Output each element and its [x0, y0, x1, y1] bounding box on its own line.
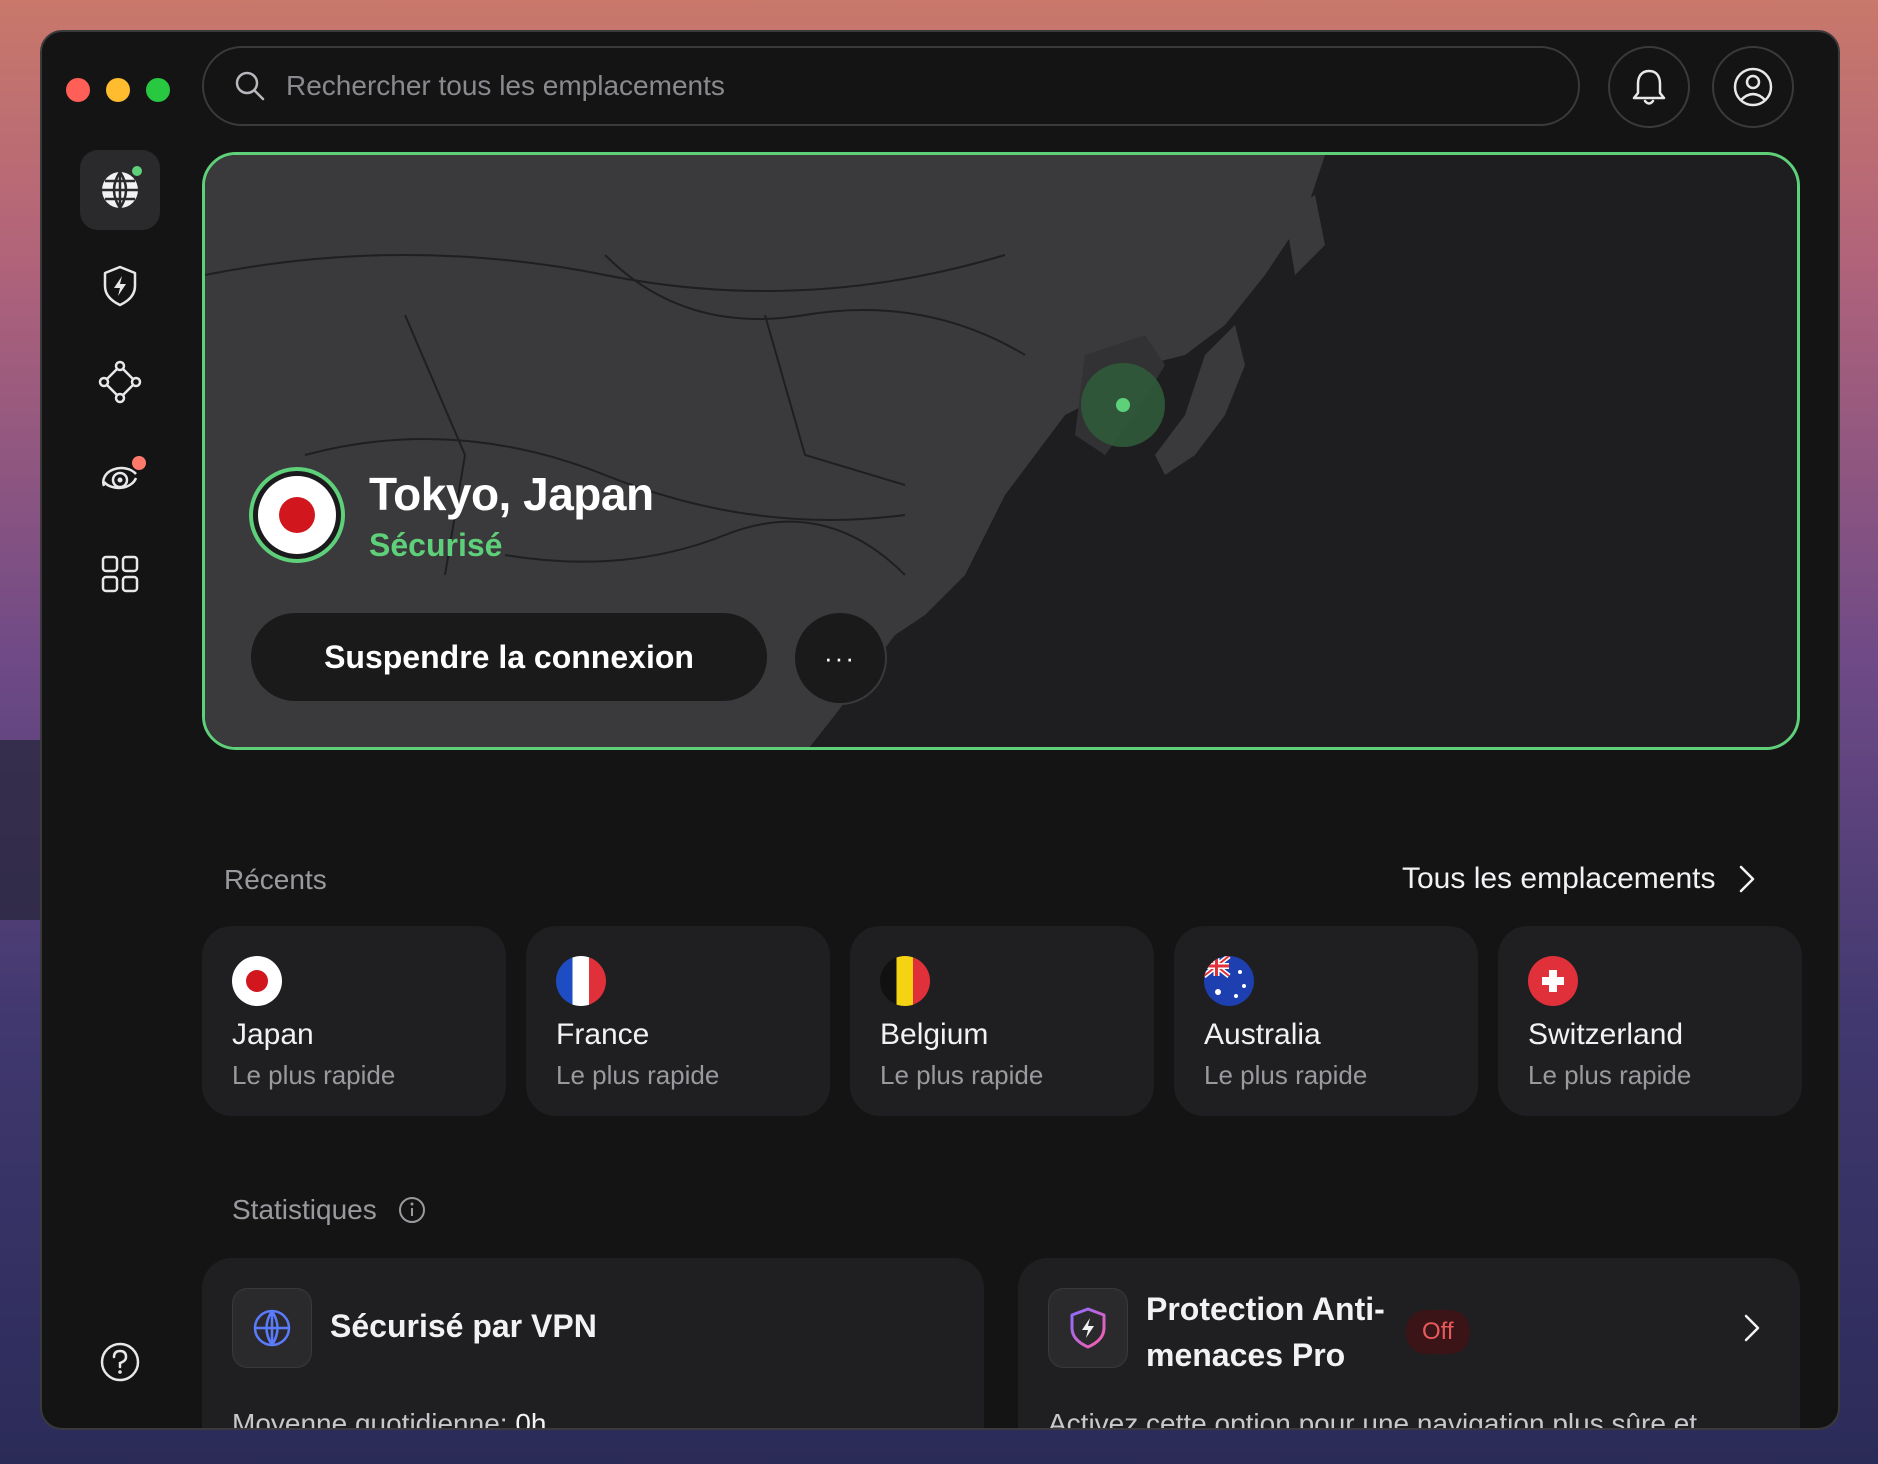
recent-country: Switzerland: [1528, 1018, 1684, 1051]
connection-hero-card: Tokyo, Japan Sécurisé Suspendre la conne…: [202, 152, 1800, 750]
australia-flag-icon: [1204, 956, 1254, 1006]
vpn-card-desc: Moyenne quotidienne: 0h: [232, 1408, 547, 1430]
mesh-network-icon: [98, 360, 142, 404]
vpn-globe-icon: [232, 1288, 312, 1368]
all-locations-label: Tous les emplacements: [1402, 862, 1716, 895]
minimize-window-button[interactable]: [106, 78, 130, 102]
chevron-right-icon: [1740, 865, 1755, 893]
recent-country: Australia: [1204, 1018, 1321, 1051]
recent-card-switzerland[interactable]: Switzerland Le plus rapide: [1498, 926, 1802, 1116]
recent-subtitle: Le plus rapide: [232, 1060, 396, 1090]
alert-dot: [132, 456, 146, 470]
recents-heading: Récents: [224, 864, 327, 895]
info-icon[interactable]: [397, 1195, 427, 1225]
sidebar-item-meshnet[interactable]: [80, 342, 160, 422]
recent-subtitle: Le plus rapide: [1528, 1060, 1692, 1090]
bell-icon: [1632, 69, 1666, 105]
help-icon: [100, 1342, 140, 1382]
sidebar-item-dark-web-monitor[interactable]: [80, 438, 160, 518]
switzerland-flag-icon: [1528, 956, 1578, 1006]
window-controls: [66, 78, 170, 102]
stats-heading: Statistiques: [232, 1194, 427, 1226]
all-locations-link[interactable]: Tous les emplacements: [1402, 862, 1755, 896]
recent-country: Belgium: [880, 1018, 989, 1051]
recent-card-australia[interactable]: Australia Le plus rapide: [1174, 926, 1478, 1116]
sidebar-item-threat-protection[interactable]: [80, 246, 160, 326]
vpn-card-title: Sécurisé par VPN: [330, 1308, 597, 1344]
recent-subtitle: Le plus rapide: [556, 1060, 720, 1090]
search-input[interactable]: [286, 70, 1486, 102]
account-button[interactable]: [1712, 46, 1794, 128]
close-window-button[interactable]: [66, 78, 90, 102]
notifications-button[interactable]: [1608, 46, 1690, 128]
recent-subtitle: Le plus rapide: [880, 1060, 1044, 1090]
more-options-button[interactable]: ···: [793, 611, 887, 705]
help-button[interactable]: [80, 1322, 160, 1402]
vpn-stats-card[interactable]: Sécurisé par VPN Moyenne quotidienne: 0h: [202, 1258, 984, 1430]
search-icon: [235, 71, 265, 101]
japan-flag-icon: [232, 956, 282, 1006]
zoom-window-button[interactable]: [146, 78, 170, 102]
user-icon: [1733, 67, 1773, 107]
japan-flag-icon: [249, 467, 345, 563]
status-badge: Off: [1406, 1310, 1470, 1354]
stats-title: Statistiques: [232, 1194, 377, 1225]
apps-grid-icon: [101, 555, 139, 593]
recent-card-france[interactable]: France Le plus rapide: [526, 926, 830, 1116]
threat-card-title: Protection Anti-menaces Pro: [1146, 1291, 1385, 1373]
status-dot: [130, 164, 144, 178]
threat-shield-icon: [1048, 1288, 1128, 1368]
threat-protection-card[interactable]: Protection Anti-menaces Pro Off Activez …: [1018, 1258, 1800, 1430]
sidebar: [80, 150, 162, 630]
connected-location: Tokyo, Japan: [369, 468, 654, 520]
sidebar-item-apps[interactable]: [80, 534, 160, 614]
recent-subtitle: Le plus rapide: [1204, 1060, 1368, 1090]
recent-locations-list: Japan Le plus rapide France Le plus rapi…: [202, 926, 1802, 1116]
france-flag-icon: [556, 956, 606, 1006]
recent-country: France: [556, 1018, 650, 1051]
belgium-flag-icon: [880, 956, 930, 1006]
recent-card-japan[interactable]: Japan Le plus rapide: [202, 926, 506, 1116]
shield-bolt-icon: [103, 265, 137, 307]
pause-connection-button[interactable]: Suspendre la connexion: [249, 611, 769, 703]
app-window: Tokyo, Japan Sécurisé Suspendre la conne…: [40, 30, 1840, 1430]
sidebar-item-locations[interactable]: [80, 150, 160, 230]
recent-country: Japan: [232, 1018, 314, 1051]
search-bar[interactable]: [202, 46, 1580, 126]
threat-card-desc: Activez cette option pour une navigation…: [1048, 1408, 1698, 1430]
recent-card-belgium[interactable]: Belgium Le plus rapide: [850, 926, 1154, 1116]
chevron-right-icon[interactable]: [1744, 1314, 1760, 1342]
background-decoration: [0, 740, 40, 920]
connection-status: Sécurisé: [369, 527, 503, 563]
